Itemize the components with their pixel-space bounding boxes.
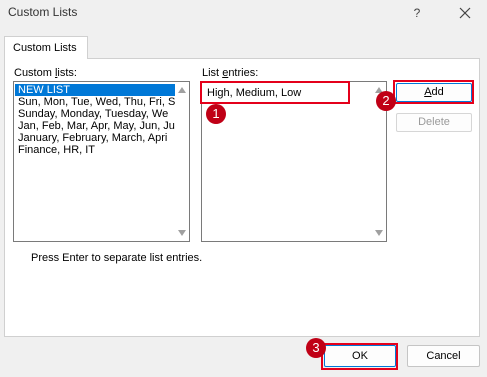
vertical-scrollbar[interactable] [175,82,189,241]
help-button[interactable]: ? [402,3,432,23]
callout-badge-3: 3 [306,338,326,358]
close-icon [459,7,471,19]
list-entries-label: List entries: [202,67,259,79]
callout-badge-2: 2 [376,91,396,111]
list-item[interactable]: Jan, Feb, Mar, Apr, May, Jun, Ju [15,120,175,132]
callout-box-ok [321,343,398,370]
callout-box-add [393,80,474,104]
callout-box-entries [200,81,350,104]
list-item[interactable]: Sunday, Monday, Tuesday, We [15,108,175,120]
window-title: Custom Lists [8,5,78,19]
delete-button[interactable]: Delete [396,113,472,132]
hint-text: Press Enter to separate list entries. [31,252,203,264]
list-item[interactable]: NEW LIST [15,84,175,96]
tab-custom-lists[interactable]: Custom Lists [4,36,88,59]
scroll-up-icon[interactable] [178,87,186,93]
custom-lists-listbox[interactable]: NEW LIST Sun, Mon, Tue, Wed, Thu, Fri, S… [13,81,190,242]
close-button[interactable] [450,3,480,23]
scroll-down-icon[interactable] [178,230,186,236]
scroll-down-icon[interactable] [375,230,383,236]
callout-badge-1: 1 [206,104,226,124]
list-item[interactable]: January, February, March, Apri [15,132,175,144]
list-entries-textarea[interactable]: High, Medium, Low [201,81,387,242]
list-item[interactable]: Sun, Mon, Tue, Wed, Thu, Fri, S [15,96,175,108]
list-item[interactable]: Finance, HR, IT [15,144,175,156]
cancel-button[interactable]: Cancel [407,345,480,367]
custom-lists-label: Custom lists: [14,67,77,79]
